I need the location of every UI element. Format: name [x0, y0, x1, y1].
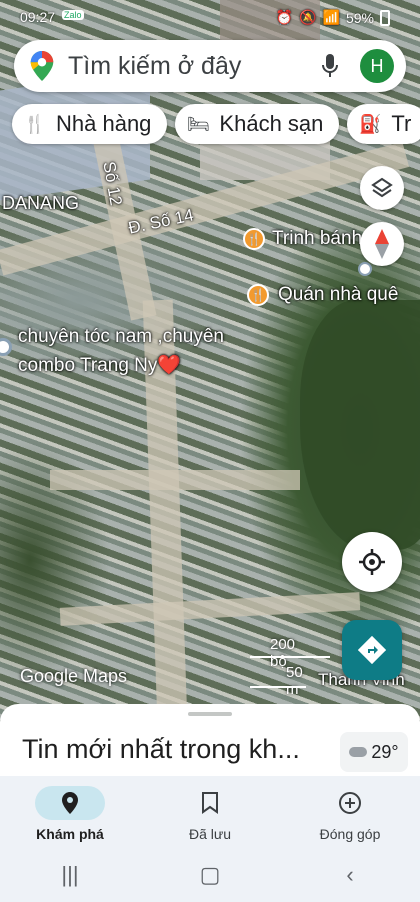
scale-bar [250, 656, 330, 658]
search-bar[interactable]: Tìm kiếm ở đây H [14, 40, 406, 92]
heart-icon: ❤️ [157, 355, 182, 376]
home-icon[interactable]: ▢ [180, 862, 240, 888]
nav-pill [35, 786, 105, 820]
chip-label: Tr [391, 111, 412, 136]
chip-gas[interactable]: ⛽ Tr [347, 104, 420, 144]
alarm-icon: ⏰ [275, 9, 294, 25]
wifi-icon: 📶 [322, 9, 340, 25]
account-avatar[interactable]: H [360, 49, 394, 83]
scale-bar [250, 686, 306, 688]
compass-button[interactable] [360, 222, 404, 266]
status-icons: ⏰ 🔕 📶 59% [276, 9, 390, 26]
compass-icon [375, 229, 389, 259]
search-input[interactable]: Tìm kiếm ở đây [68, 52, 316, 81]
poi-label-trinh-banh[interactable]: Trinh bánh [272, 228, 362, 250]
chip-label: Nhà hàng [56, 111, 152, 136]
silent-icon: 🔕 [299, 9, 317, 25]
system-navigation: ||| ▢ ‹ [0, 848, 420, 902]
map-label-danang: DANANG [2, 193, 80, 213]
restaurant-pin-icon[interactable]: 🍴 [243, 228, 265, 250]
nav-label: Đóng góp [319, 826, 381, 842]
place-marker-icon[interactable] [358, 262, 372, 276]
zalo-notification-icon: Zalo [62, 10, 84, 20]
nav-contribute[interactable]: Đóng góp [280, 776, 420, 848]
temperature: 29° [371, 741, 399, 762]
microphone-icon[interactable] [316, 52, 344, 80]
nav-pill [315, 786, 385, 820]
chip-hotels[interactable]: 🛏 Khách sạn [175, 104, 340, 144]
google-maps-attribution: Google Maps [20, 666, 128, 686]
status-time: 09:27 [20, 9, 56, 25]
nav-label: Đã lưu [188, 826, 232, 842]
map-road [59, 592, 361, 626]
bottom-navigation: Khám phá Đã lưu Đóng góp [0, 776, 420, 848]
map-forest [300, 300, 420, 550]
status-bar: 09:27 Zalo ⏰ 🔕 📶 59% [0, 0, 420, 34]
restaurant-icon: 🍴 [23, 113, 47, 134]
chip-label: Khách sạn [219, 111, 324, 136]
chip-restaurants[interactable]: 🍴 Nhà hàng [12, 104, 168, 144]
map-road [50, 470, 300, 490]
my-location-icon [359, 549, 385, 575]
recents-icon[interactable]: ||| [40, 862, 100, 888]
gas-station-icon: ⛽ [359, 113, 382, 134]
explore-pin-icon [62, 792, 78, 814]
bottom-sheet[interactable]: Tin mới nhất trong kh... 29° [0, 704, 420, 784]
weather-chip[interactable]: 29° [340, 732, 408, 772]
hotel-icon: 🛏 [187, 113, 210, 134]
nav-explore[interactable]: Khám phá [0, 776, 140, 848]
sheet-drag-handle[interactable] [188, 712, 232, 716]
nav-label: Khám phá [36, 826, 104, 842]
place-marker-icon[interactable] [0, 338, 12, 356]
poi-label-salon-line1[interactable]: chuyên tóc nam ,chuyên [18, 326, 224, 348]
category-chips: 🍴 Nhà hàng 🛏 Khách sạn ⛽ Tr [12, 104, 420, 144]
nav-pill [175, 786, 245, 820]
directions-icon [358, 636, 386, 664]
layers-icon [371, 177, 393, 198]
cloud-icon [349, 747, 368, 757]
add-circle-icon [339, 792, 361, 814]
poi-label-salon-line2[interactable]: combo Trang Ny❤️ [18, 353, 181, 377]
nav-saved[interactable]: Đã lưu [140, 776, 280, 848]
back-icon[interactable]: ‹ [320, 862, 380, 888]
poi-label-quan-nha-que[interactable]: Quán nhà quê [278, 284, 398, 306]
battery-icon [380, 9, 390, 26]
restaurant-pin-icon[interactable]: 🍴 [247, 284, 269, 306]
directions-button[interactable] [342, 620, 402, 680]
my-location-button[interactable] [342, 532, 402, 592]
layers-button[interactable] [360, 166, 404, 210]
google-maps-pin-icon [30, 51, 54, 81]
battery-text: 59% [345, 9, 374, 26]
bookmark-icon [202, 792, 218, 814]
sheet-title[interactable]: Tin mới nhất trong kh... [22, 734, 300, 765]
scale-meters: 50 m [286, 664, 303, 698]
